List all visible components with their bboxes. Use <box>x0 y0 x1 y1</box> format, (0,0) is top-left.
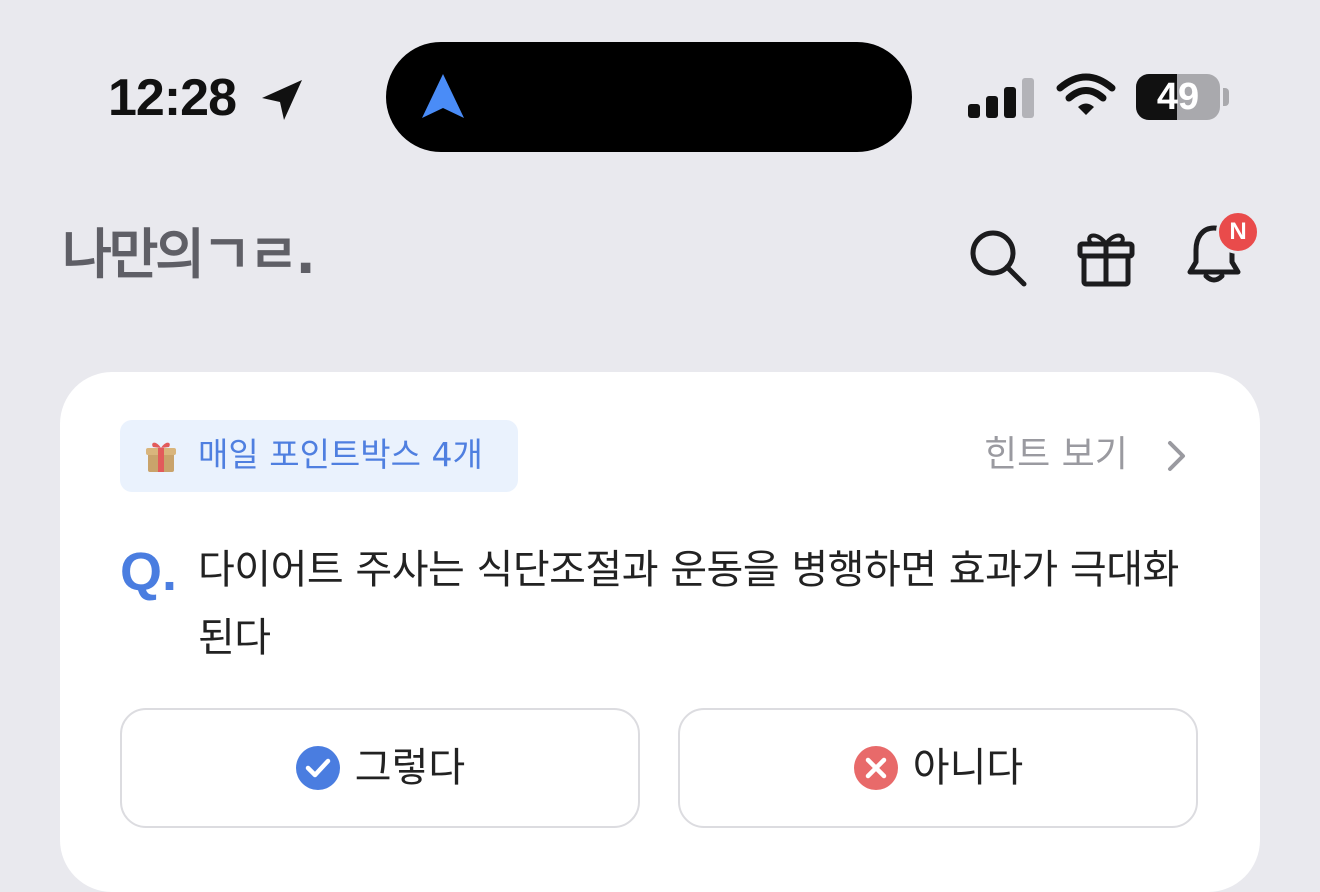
hint-link[interactable]: 힌트 보기 <box>984 432 1128 480</box>
x-circle-icon <box>853 746 898 790</box>
question-text: 다이어트 주사는 식단조절과 운동을 병행하면 효과가 극대화된다 <box>198 547 1179 661</box>
location-arrow-icon <box>262 80 302 120</box>
status-time: 12:28 <box>108 69 237 127</box>
check-circle-icon <box>295 746 340 790</box>
notification-badge: N <box>1216 210 1260 254</box>
yes-button[interactable]: 그렇다 <box>120 708 640 828</box>
question-mark-label: Q. <box>120 542 178 602</box>
search-icon[interactable] <box>966 226 1030 290</box>
navigation-icon <box>422 74 464 118</box>
wifi-icon <box>1056 73 1116 115</box>
gift-icon[interactable] <box>1074 224 1138 288</box>
no-button[interactable]: 아니다 <box>678 708 1198 828</box>
app-logo[interactable]: 나만의ㄱㄹ. <box>62 220 316 290</box>
battery-cap <box>1223 88 1229 106</box>
chevron-right-icon[interactable] <box>1166 440 1188 472</box>
yes-button-label: 그렇다 <box>354 745 466 791</box>
points-badge-label: 매일 포인트박스 4개 <box>198 435 483 474</box>
signal-icon <box>968 78 1034 118</box>
gift-box-icon <box>146 442 176 472</box>
battery-percent: 49 <box>1156 76 1200 118</box>
battery-icon: 49 <box>1136 74 1220 120</box>
no-button-label: 아니다 <box>912 745 1024 791</box>
